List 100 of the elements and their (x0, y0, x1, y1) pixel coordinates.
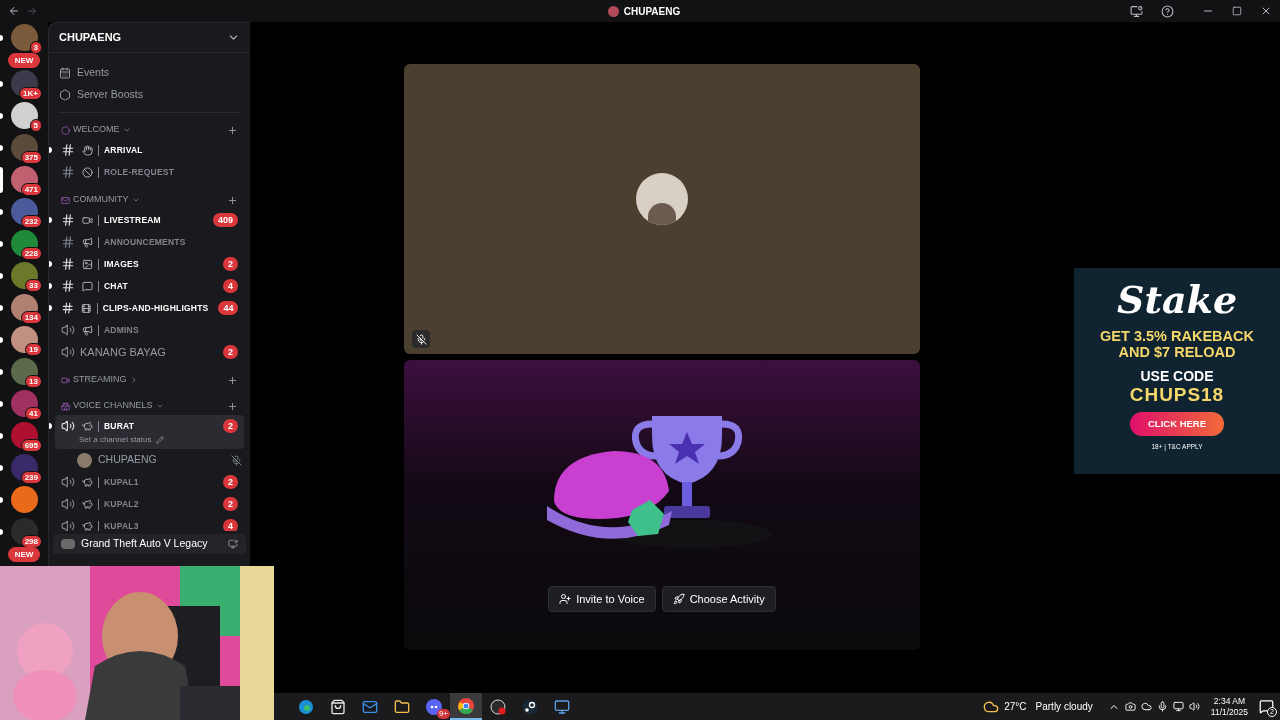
unread-count: 19 (25, 343, 42, 356)
window-title: CHUPAENG (623, 4, 681, 19)
channel-item[interactable]: KUPAL1 2 (55, 471, 244, 493)
taskbar-app[interactable]: 9+ (418, 693, 450, 720)
channel-item[interactable]: LIVESTREAM 409 (55, 209, 244, 231)
unread-count: 2 (223, 257, 238, 271)
pig-icon (82, 498, 93, 510)
mail-icon (362, 698, 378, 715)
window-icon (554, 698, 570, 715)
channel-item[interactable]: CLIPS-AND-HIGHLIGHTS 44 (55, 297, 244, 319)
hash-icon (61, 279, 75, 293)
unread-count: 13 (25, 375, 42, 388)
steam-icon (522, 698, 538, 715)
help-icon[interactable] (1161, 4, 1174, 18)
back-icon[interactable] (8, 5, 20, 17)
maximize-icon[interactable] (1232, 6, 1242, 16)
ad-logo: Stake (1116, 278, 1238, 322)
mic-icon[interactable] (1156, 701, 1168, 712)
pig-icon (82, 520, 93, 531)
unread-count: 4 (223, 279, 238, 293)
speaker-icon (61, 323, 75, 337)
add-icon[interactable] (227, 194, 238, 206)
network-icon[interactable] (1172, 701, 1184, 712)
megaphone-icon (82, 324, 93, 336)
video-tile[interactable] (404, 64, 920, 354)
person-plus-icon (559, 593, 572, 605)
add-icon[interactable] (227, 374, 238, 386)
channel-item[interactable]: KANANG BAYAG 2 (55, 341, 244, 363)
channel-item[interactable]: ANNOUNCEMENTS (55, 231, 244, 253)
channel-item[interactable]: BURAT 2 Set a channel status (55, 415, 244, 449)
folder-icon (394, 698, 410, 715)
server-icon[interactable] (10, 262, 38, 289)
castle-icon (61, 401, 70, 411)
activity-bar[interactable]: Grand Theft Auto V Legacy (53, 534, 246, 554)
taskbar-app[interactable] (450, 693, 482, 720)
clock-time[interactable]: 2:34 AM (1213, 695, 1245, 707)
unread-count: 2 (223, 475, 238, 489)
server-link[interactable]: Server Boosts (59, 84, 240, 106)
close-icon[interactable] (1260, 5, 1272, 17)
click-here-button[interactable]: CLICK HERE (1130, 412, 1224, 436)
category-header[interactable]: VOICE CHANNELS (73, 399, 153, 413)
cloud-icon[interactable] (1140, 701, 1152, 712)
camera-icon[interactable] (1124, 701, 1136, 712)
image-icon (82, 258, 93, 270)
calendar-icon (59, 67, 71, 79)
category-header[interactable]: STREAMING (73, 373, 127, 387)
category-header[interactable]: WELCOME (73, 123, 120, 137)
unread-count: 134 (20, 311, 42, 324)
pig-icon (82, 476, 93, 488)
unread-count: 2 (223, 419, 238, 433)
record-icon (490, 698, 506, 715)
chevron-down-icon[interactable] (155, 402, 164, 410)
server-icon[interactable] (10, 24, 38, 51)
unread-count: 33 (25, 279, 42, 292)
clock-date[interactable]: 11/1/2025 (1210, 706, 1248, 718)
server-icon[interactable] (10, 486, 38, 513)
channel-item[interactable]: ARRIVAL (55, 139, 244, 161)
ad-offer: GET 3.5% RAKEBACK AND $7 RELOAD (1099, 328, 1255, 360)
server-icon (607, 5, 619, 17)
channel-item[interactable]: IMAGES 2 (55, 253, 244, 275)
shopping-bag-icon (330, 698, 346, 715)
speech-bubble-icon (82, 280, 93, 292)
unread-count: 239 (20, 471, 42, 484)
server-icon[interactable] (10, 390, 38, 417)
new-pill: NEW (7, 547, 41, 562)
speaker-icon (61, 519, 75, 531)
hexagon-icon (59, 89, 71, 101)
speaker-icon (61, 345, 75, 359)
invite-button[interactable]: Invite to Voice (548, 586, 656, 612)
chevron-down-icon[interactable] (131, 196, 140, 204)
channel-item[interactable]: ROLE-REQUEST (55, 161, 244, 183)
add-icon[interactable] (227, 400, 238, 412)
channel-status[interactable]: Set a channel status (79, 434, 152, 446)
category-header[interactable]: COMMUNITY (73, 193, 129, 207)
channel-item[interactable]: CHAT 4 (55, 275, 244, 297)
unread-count: 41 (25, 407, 42, 420)
unread-count: 44 (218, 301, 238, 315)
chevron-down-icon[interactable] (122, 126, 131, 134)
channel-item[interactable]: KUPAL2 2 (55, 493, 244, 515)
ad-code: CHUPS18 (1129, 384, 1225, 406)
unread-count: 375 (20, 151, 42, 164)
server-icon[interactable] (10, 102, 38, 129)
ad-code-label: USE CODE (1140, 368, 1214, 384)
weather-temp: 27°C (1004, 700, 1027, 714)
hash-icon (61, 301, 75, 315)
screen-share-icon[interactable] (228, 539, 238, 549)
add-icon[interactable] (227, 124, 238, 136)
hash-icon (61, 165, 75, 179)
server-link[interactable]: Events (59, 62, 240, 84)
pencil-icon[interactable] (155, 436, 164, 444)
voice-member[interactable]: CHUPAENG (77, 449, 242, 471)
unread-count: 695 (20, 439, 42, 452)
volume-icon[interactable] (1188, 701, 1200, 712)
speaker-icon (61, 497, 75, 511)
browser-icon (458, 697, 474, 714)
activity-button[interactable]: Choose Activity (661, 586, 776, 612)
channel-item[interactable]: ADMINS (55, 319, 244, 341)
weather-text: Partly cloudy (1035, 700, 1093, 714)
hash-icon (61, 235, 75, 249)
channel-item[interactable]: KUPAL3 4 (55, 515, 244, 531)
